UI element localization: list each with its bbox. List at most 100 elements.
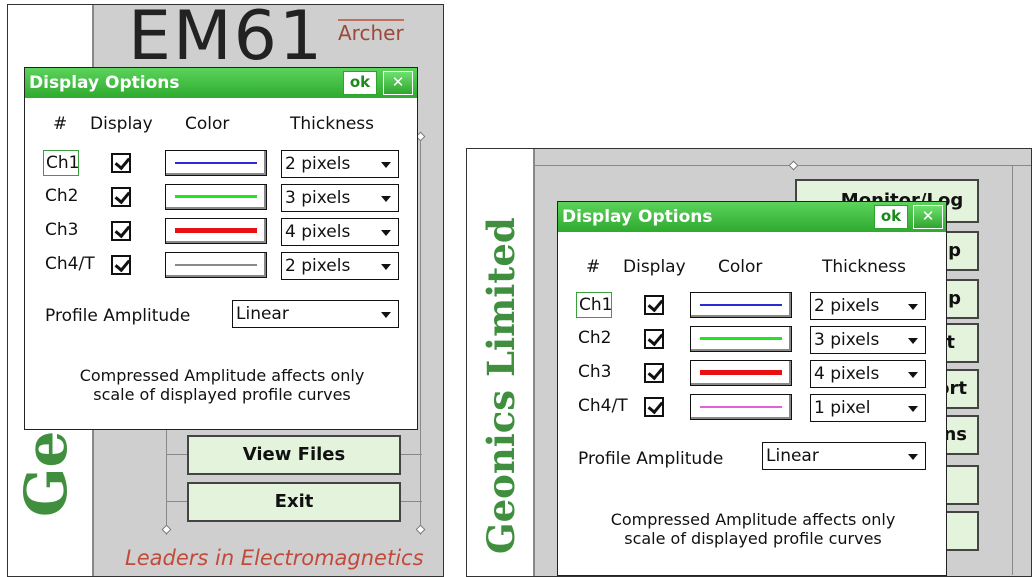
- thickness-value: 4 pixels: [285, 222, 351, 242]
- thickness-value: 1 pixel: [814, 398, 871, 418]
- color-swatch: [700, 370, 782, 375]
- color-swatch: [175, 162, 257, 164]
- color-button[interactable]: [165, 252, 267, 278]
- channel-label: Ch3: [578, 362, 612, 382]
- thickness-select[interactable]: 2 pixels: [281, 150, 399, 178]
- thickness-value: 4 pixels: [814, 364, 880, 384]
- display-checkbox[interactable]: [111, 187, 131, 207]
- profile-amplitude-label: Profile Amplitude: [578, 449, 724, 469]
- color-swatch: [700, 406, 782, 408]
- color-button[interactable]: [165, 218, 267, 244]
- header-num: #: [53, 114, 68, 134]
- color-swatch: [700, 304, 782, 306]
- profile-amplitude-select[interactable]: Linear: [232, 300, 399, 328]
- close-icon[interactable]: ✕: [383, 71, 413, 95]
- brand-vertical: Ge: [12, 430, 80, 517]
- chevron-down-icon: [908, 338, 918, 344]
- dialog-titlebar: Display Options ok ✕: [25, 68, 417, 98]
- display-checkbox[interactable]: [111, 221, 131, 241]
- thickness-select[interactable]: 2 pixels: [810, 292, 926, 320]
- dialog-title: Display Options: [562, 207, 713, 227]
- note-line-2: scale of displayed profile curves: [93, 385, 351, 404]
- color-button[interactable]: [165, 150, 267, 176]
- thickness-select[interactable]: 2 pixels: [281, 252, 399, 280]
- brand-vertical: Geonics Limited: [479, 217, 523, 554]
- menu-frame-right: [420, 135, 421, 535]
- display-checkbox[interactable]: [111, 255, 131, 275]
- header-color: Color: [185, 114, 230, 134]
- chevron-down-icon: [381, 196, 391, 202]
- thickness-value: 3 pixels: [814, 330, 880, 350]
- ok-button[interactable]: ok: [343, 71, 377, 95]
- header-thickness: Thickness: [822, 257, 907, 277]
- display-checkbox[interactable]: [644, 295, 664, 315]
- color-button[interactable]: [690, 326, 792, 352]
- thickness-value: 2 pixels: [285, 154, 351, 174]
- divider: [533, 149, 535, 576]
- variant-label: Archer: [338, 19, 404, 45]
- color-swatch: [175, 264, 257, 266]
- view-files-label: View Files: [242, 444, 346, 465]
- display-checkbox[interactable]: [644, 397, 664, 417]
- channel-label: Ch4/T: [578, 396, 628, 416]
- profile-amplitude-select[interactable]: Linear: [762, 442, 926, 470]
- menu-frame-left: [166, 425, 167, 535]
- header-display: Display: [623, 257, 686, 277]
- color-button[interactable]: [690, 292, 792, 318]
- display-checkbox[interactable]: [111, 153, 131, 173]
- exit-button[interactable]: Exit: [187, 482, 401, 522]
- ok-button[interactable]: ok: [874, 205, 908, 229]
- color-button[interactable]: [690, 394, 792, 420]
- dialog-titlebar: Display Options ok ✕: [558, 202, 946, 232]
- thickness-value: 2 pixels: [814, 296, 880, 316]
- thickness-select[interactable]: 3 pixels: [281, 184, 399, 212]
- chevron-down-icon: [908, 454, 918, 460]
- header-color: Color: [718, 257, 763, 277]
- dialog-title: Display Options: [29, 73, 180, 93]
- chevron-down-icon: [908, 372, 918, 378]
- chevron-down-icon: [381, 312, 391, 318]
- note-line-1: Compressed Amplitude affects only: [610, 510, 896, 529]
- chevron-down-icon: [381, 230, 391, 236]
- chevron-down-icon: [908, 304, 918, 310]
- channel-label: Ch2: [45, 186, 79, 206]
- header-num: #: [586, 257, 601, 277]
- profile-amplitude-value: Linear: [766, 446, 819, 466]
- app-title: EM61: [128, 4, 325, 76]
- thickness-value: 3 pixels: [285, 188, 351, 208]
- screenshot-right: Geonics Limited Monitor/Log up up rt ort…: [466, 148, 1032, 577]
- thickness-value: 2 pixels: [285, 256, 351, 276]
- display-options-dialog: Display Options ok ✕ # Display Color Thi…: [24, 67, 418, 430]
- channel-label: Ch4/T: [45, 254, 95, 274]
- screenshot-left: EM61 Archer Ge View Files Exit Leaders i…: [7, 4, 444, 577]
- profile-amplitude-value: Linear: [236, 304, 289, 324]
- note-line-1: Compressed Amplitude affects only: [79, 366, 365, 385]
- thickness-select[interactable]: 3 pixels: [810, 326, 926, 354]
- profile-amplitude-label: Profile Amplitude: [45, 306, 191, 326]
- header-display: Display: [90, 114, 153, 134]
- color-swatch: [700, 337, 782, 340]
- channel-label: Ch1: [43, 150, 79, 176]
- channel-label: Ch3: [45, 220, 79, 240]
- color-swatch: [175, 195, 257, 198]
- chevron-down-icon: [908, 406, 918, 412]
- display-options-dialog: Display Options ok ✕ # Display Color Thi…: [557, 201, 947, 576]
- color-swatch: [175, 228, 257, 233]
- note-line-2: scale of displayed profile curves: [624, 529, 882, 548]
- channel-label: Ch2: [578, 328, 612, 348]
- thickness-select[interactable]: 4 pixels: [810, 360, 926, 388]
- header-thickness: Thickness: [290, 114, 375, 134]
- thickness-select[interactable]: 1 pixel: [810, 394, 926, 422]
- chevron-down-icon: [381, 264, 391, 270]
- tagline: Leaders in Electromagnetics: [125, 546, 424, 570]
- display-checkbox[interactable]: [644, 329, 664, 349]
- display-checkbox[interactable]: [644, 363, 664, 383]
- menu-frame-right: [1012, 165, 1013, 575]
- channel-label: Ch1: [576, 292, 612, 318]
- color-button[interactable]: [690, 360, 792, 386]
- chevron-down-icon: [381, 162, 391, 168]
- color-button[interactable]: [165, 184, 267, 210]
- view-files-button[interactable]: View Files: [187, 435, 401, 475]
- thickness-select[interactable]: 4 pixels: [281, 218, 399, 246]
- close-icon[interactable]: ✕: [913, 205, 943, 229]
